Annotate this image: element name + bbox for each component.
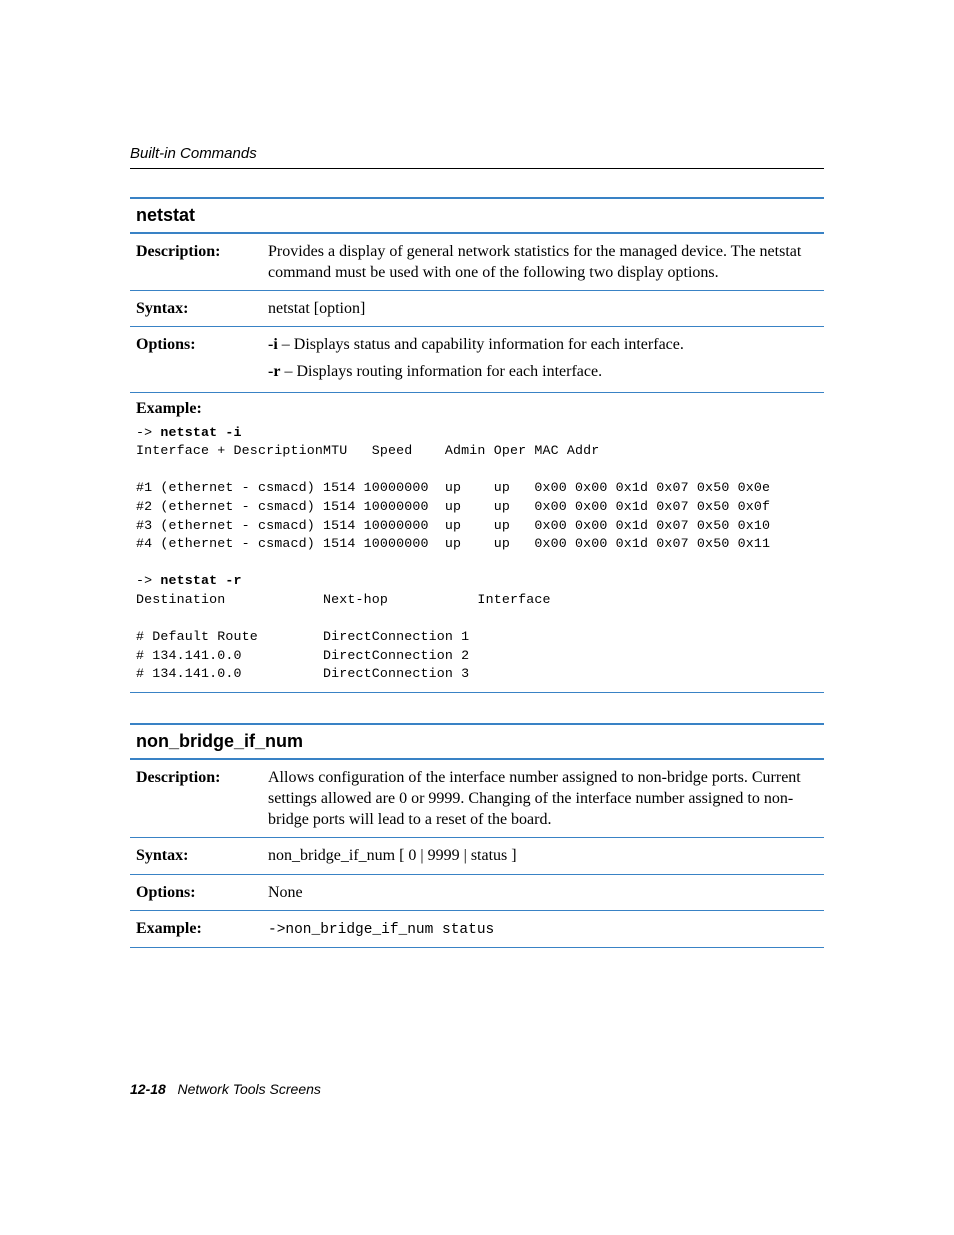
label-example: Example:	[130, 910, 262, 947]
value-syntax: non_bridge_if_num [ 0 | 9999 | status ]	[262, 838, 824, 874]
row-example: Example: ->non_bridge_if_num status	[130, 910, 824, 947]
value-description: Provides a display of general network st…	[262, 234, 824, 291]
value-description: Allows configuration of the interface nu…	[262, 760, 824, 838]
option-flag-r: -r	[268, 363, 280, 380]
command-table: Description: Allows configuration of the…	[130, 760, 824, 948]
command-netstat: netstat Description: Provides a display …	[130, 197, 824, 693]
row-description: Description: Provides a display of gener…	[130, 234, 824, 291]
command-table: Description: Provides a display of gener…	[130, 234, 824, 393]
command-title: non_bridge_if_num	[130, 725, 824, 758]
page-footer: 12-18 Network Tools Screens	[130, 1081, 321, 1097]
label-options: Options:	[130, 874, 262, 910]
label-syntax: Syntax:	[130, 291, 262, 327]
row-description: Description: Allows configuration of the…	[130, 760, 824, 838]
row-syntax: Syntax: netstat [option]	[130, 291, 824, 327]
value-example: ->non_bridge_if_num status	[262, 910, 824, 947]
page-header: Built-in Commands	[130, 145, 824, 169]
value-syntax: netstat [option]	[262, 291, 824, 327]
option-text-r: – Displays routing information for each …	[280, 363, 602, 380]
option-text-i: – Displays status and capability informa…	[278, 336, 684, 353]
label-syntax: Syntax:	[130, 838, 262, 874]
label-description: Description:	[130, 234, 262, 291]
value-options: None	[262, 874, 824, 910]
label-description: Description:	[130, 760, 262, 838]
label-example: Example:	[130, 393, 824, 420]
row-options: Options: -i – Displays status and capabi…	[130, 327, 824, 392]
example-output: -> netstat -i Interface + DescriptionMTU…	[136, 424, 824, 685]
row-syntax: Syntax: non_bridge_if_num [ 0 | 9999 | s…	[130, 838, 824, 874]
row-options: Options: None	[130, 874, 824, 910]
command-title: netstat	[130, 199, 824, 232]
label-options: Options:	[130, 327, 262, 392]
command-non-bridge-if-num: non_bridge_if_num Description: Allows co…	[130, 723, 824, 948]
footer-title: Network Tools Screens	[177, 1081, 320, 1097]
option-flag-i: -i	[268, 336, 278, 353]
value-options: -i – Displays status and capability info…	[262, 327, 824, 392]
page-number: 12-18	[130, 1081, 166, 1097]
